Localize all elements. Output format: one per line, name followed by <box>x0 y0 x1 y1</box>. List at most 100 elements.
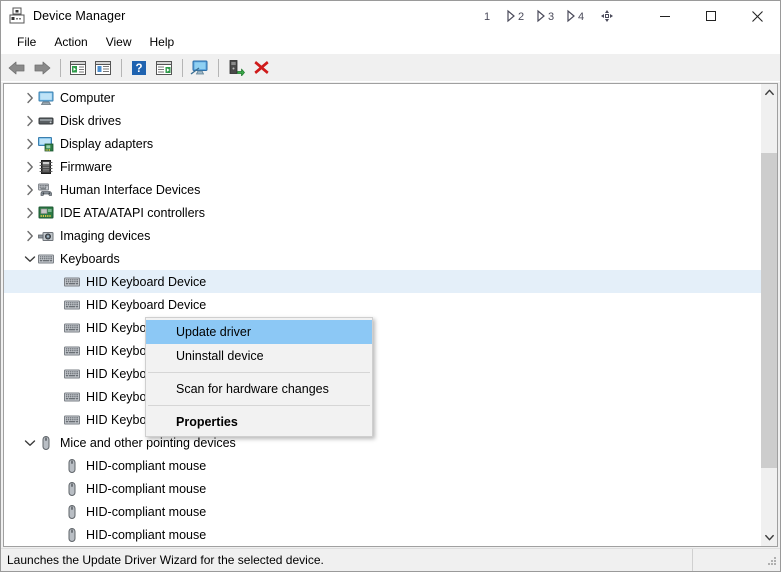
context-menu-item[interactable]: Uninstall device <box>146 344 372 368</box>
tree-row[interactable]: HID Keyboard Device <box>4 316 761 339</box>
tree-row[interactable]: Disk drives <box>4 109 761 132</box>
tree-row[interactable]: Human Interface Devices <box>4 178 761 201</box>
svg-text:2: 2 <box>518 11 524 23</box>
scroll-thumb[interactable] <box>761 153 777 468</box>
mouse-icon <box>64 481 80 497</box>
tree-row-label: Keyboards <box>60 251 120 266</box>
tree-row[interactable]: Mice and other pointing devices <box>4 431 761 454</box>
context-menu-separator <box>148 405 370 406</box>
snap-2-button[interactable]: 2 <box>502 2 532 30</box>
tree-row-label: Imaging devices <box>60 228 151 243</box>
twisty-placeholder <box>48 343 64 359</box>
scroll-down-button[interactable] <box>761 529 777 546</box>
back-arrow-icon[interactable] <box>5 56 29 79</box>
menu-bar: File Action View Help <box>1 31 780 54</box>
tree-row[interactable]: Firmware <box>4 155 761 178</box>
status-message: Launches the Update Driver Wizard for th… <box>1 549 693 571</box>
maximize-button[interactable] <box>688 1 734 31</box>
scan-monitor-icon[interactable] <box>188 56 212 79</box>
tree-row[interactable]: HID Keyboard Device <box>4 385 761 408</box>
svg-text:3: 3 <box>548 11 554 23</box>
tree-row-label: HID-compliant mouse <box>86 481 207 496</box>
tree-row[interactable]: IDE ATA/ATAPI controllers <box>4 201 761 224</box>
snap-3-button[interactable]: 3 <box>532 2 562 30</box>
chevron-right-icon[interactable] <box>22 113 38 129</box>
tree-row[interactable]: HID-compliant mouse <box>4 477 761 500</box>
menu-view[interactable]: View <box>97 33 141 52</box>
chevron-right-icon[interactable] <box>22 159 38 175</box>
toolbar-separator <box>182 58 183 77</box>
tree-row[interactable]: HID Keyboard Device <box>4 293 761 316</box>
tree-row[interactable]: HID Keyboard Device <box>4 270 761 293</box>
imaging-device-icon <box>38 228 54 244</box>
device-manager-icon <box>8 7 26 25</box>
tree-row[interactable]: HID-compliant mouse <box>4 454 761 477</box>
twisty-placeholder <box>48 389 64 405</box>
scroll-track[interactable] <box>761 101 777 529</box>
toolbar-separator <box>218 58 219 77</box>
disk-drive-icon <box>38 113 54 129</box>
question-mark-icon[interactable]: ? <box>127 56 151 79</box>
red-x-icon[interactable] <box>249 56 273 79</box>
keyboard-icon <box>64 412 80 428</box>
context-menu-item[interactable]: Update driver <box>146 320 372 344</box>
window-title: Device Manager <box>33 9 126 23</box>
snap-4-button[interactable]: 4 <box>562 2 592 30</box>
tree-row[interactable]: Display adapters <box>4 132 761 155</box>
tree-row[interactable]: HID-compliant mouse <box>4 546 761 547</box>
context-menu-item[interactable]: Properties <box>146 410 372 434</box>
toolbar-separator <box>60 58 61 77</box>
tree-row-label: Display adapters <box>60 136 154 151</box>
update-driver-icon[interactable] <box>152 56 176 79</box>
mouse-icon <box>64 504 80 520</box>
twisty-placeholder <box>48 297 64 313</box>
tree-row-label: Disk drives <box>60 113 122 128</box>
tree-row[interactable]: HID Keyboard Device <box>4 339 761 362</box>
twisty-placeholder <box>48 412 64 428</box>
twisty-placeholder <box>48 458 64 474</box>
chevron-right-icon[interactable] <box>22 90 38 106</box>
status-bar: Launches the Update Driver Wizard for th… <box>1 548 780 571</box>
close-button[interactable] <box>734 1 780 31</box>
move-window-button[interactable] <box>592 2 622 30</box>
chevron-right-icon[interactable] <box>22 228 38 244</box>
keyboard-icon <box>64 343 80 359</box>
enable-device-icon[interactable] <box>224 56 248 79</box>
chevron-down-icon[interactable] <box>22 251 38 267</box>
svg-text:1: 1 <box>484 11 490 23</box>
tree-row[interactable]: HID Keyboard Device <box>4 362 761 385</box>
tree-row[interactable]: HID Keyboard Device <box>4 408 761 431</box>
properties-icon[interactable] <box>91 56 115 79</box>
keyboard-icon <box>64 320 80 336</box>
context-menu[interactable]: Update driver Uninstall device Scan for ha… <box>145 317 373 437</box>
menu-file[interactable]: File <box>8 33 45 52</box>
keyboard-icon <box>38 251 54 267</box>
tree-row-label: Human Interface Devices <box>60 182 201 197</box>
menu-action[interactable]: Action <box>45 33 96 52</box>
keyboard-icon <box>64 274 80 290</box>
tree-row[interactable]: HID-compliant mouse <box>4 523 761 546</box>
svg-text:?: ? <box>135 63 142 75</box>
context-menu-item[interactable]: Scan for hardware changes <box>146 377 372 401</box>
vertical-scrollbar[interactable] <box>761 83 778 547</box>
console-tree-icon[interactable] <box>66 56 90 79</box>
scroll-up-button[interactable] <box>761 84 777 101</box>
tree-row[interactable]: Computer <box>4 86 761 109</box>
resize-grip[interactable] <box>765 556 778 569</box>
snap-1-button[interactable]: 1 <box>472 2 502 30</box>
device-tree[interactable]: Computer Disk drives Display adapters Firmw… <box>3 83 761 547</box>
chevron-down-icon[interactable] <box>22 435 38 451</box>
title-bar: Device Manager 1 2 3 4 <box>1 1 780 31</box>
minimize-button[interactable] <box>642 1 688 31</box>
tree-row[interactable]: HID-compliant mouse <box>4 500 761 523</box>
twisty-placeholder <box>48 504 64 520</box>
tree-row[interactable]: Imaging devices <box>4 224 761 247</box>
keyboard-icon <box>64 297 80 313</box>
chevron-right-icon[interactable] <box>22 205 38 221</box>
menu-help[interactable]: Help <box>141 33 184 52</box>
mouse-icon <box>64 458 80 474</box>
forward-arrow-icon[interactable] <box>30 56 54 79</box>
chevron-right-icon[interactable] <box>22 182 38 198</box>
chevron-right-icon[interactable] <box>22 136 38 152</box>
tree-row[interactable]: Keyboards <box>4 247 761 270</box>
